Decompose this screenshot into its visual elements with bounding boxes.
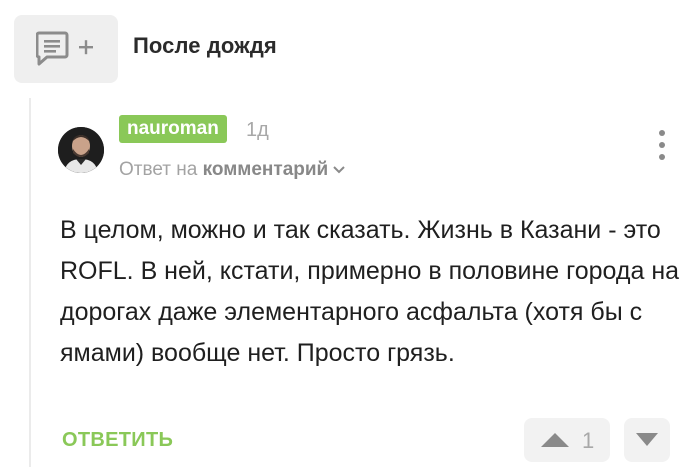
more-options-icon[interactable] <box>654 130 670 166</box>
reply-button[interactable]: ОТВЕТИТЬ <box>62 429 173 452</box>
downvote-button[interactable] <box>624 418 670 462</box>
comment-thread: После дождя nauroman 1д Ответ на коммент… <box>0 0 700 467</box>
comment-time: 1д <box>246 119 269 141</box>
comment-text: В целом, можно и так сказать. Жизнь в Ка… <box>60 216 680 367</box>
reply-to-info[interactable]: Ответ на комментарий <box>119 159 346 181</box>
post-title[interactable]: После дождя <box>133 33 277 59</box>
upvote-button[interactable]: 1 <box>524 418 610 462</box>
comment-add-icon <box>36 31 93 66</box>
user-photo-icon <box>58 127 104 173</box>
reply-prefix: Ответ на <box>119 159 198 181</box>
arrow-down-icon <box>636 433 658 446</box>
chevron-down-icon[interactable] <box>332 159 346 181</box>
avatar[interactable] <box>58 127 104 173</box>
thread-line[interactable] <box>29 98 31 467</box>
arrow-up-icon <box>541 433 569 447</box>
author-name[interactable]: nauroman <box>119 115 227 143</box>
reply-target-link[interactable]: комментарий <box>203 159 329 180</box>
post-thumbnail[interactable] <box>14 15 118 83</box>
rating-count: 1 <box>582 428 595 453</box>
